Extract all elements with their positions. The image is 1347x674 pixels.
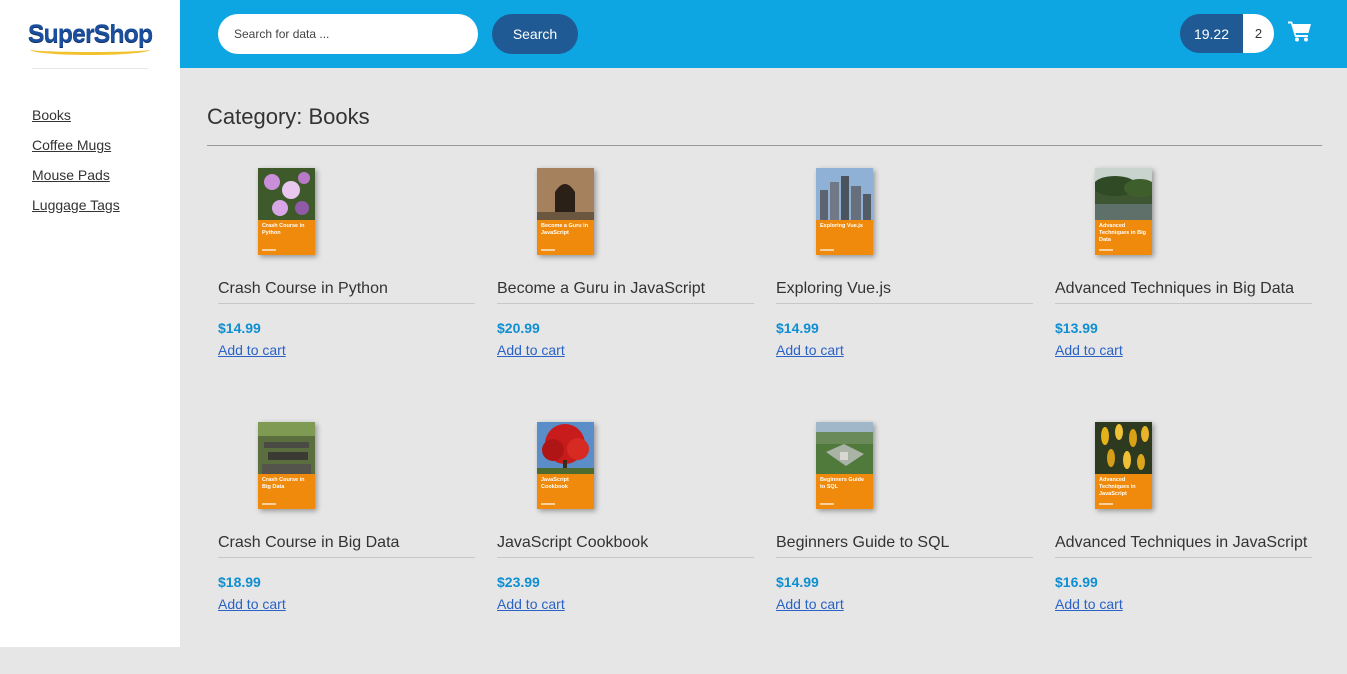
cover-title: Become a Guru in JavaScript [541, 223, 589, 236]
cover-photo-ruins [258, 422, 315, 474]
cover-title: Crash Course in Big Data [262, 477, 305, 490]
product-divider [497, 557, 754, 558]
product-grid: Crash Course in Python Crash Course in P… [218, 168, 1318, 674]
cover-title: Crash Course in Python [262, 223, 305, 236]
search-input[interactable] [218, 14, 478, 54]
product-title: JavaScript Cookbook [497, 534, 649, 551]
sidebar-item-mouse-pads: Mouse Pads [32, 167, 120, 185]
book-cover-image[interactable]: Beginners Guide to SQL [816, 422, 873, 509]
cover-photo-yellow-flowers [1095, 422, 1152, 474]
add-to-cart-link[interactable]: Add to cart [1055, 596, 1123, 612]
product-card: Crash Course in Big Data Crash Course in… [218, 422, 475, 674]
cover-photo-orchids [258, 168, 315, 220]
cover-photo-archway [537, 168, 594, 220]
product-price: $14.99 [218, 320, 261, 336]
product-price: $14.99 [776, 574, 819, 590]
product-title: Crash Course in Python [218, 280, 388, 297]
cover-author-line [262, 249, 276, 251]
product-price: $13.99 [1055, 320, 1098, 336]
product-divider [776, 557, 1033, 558]
product-divider [776, 303, 1033, 304]
product-price: $18.99 [218, 574, 261, 590]
cover-title: Advanced Techniques in Big Data [1099, 223, 1146, 243]
cover-author-line [820, 249, 834, 251]
shopping-cart-icon[interactable] [1288, 20, 1312, 42]
logo-area[interactable]: SuperShop [0, 0, 180, 68]
cart-summary[interactable]: 19.22 2 [1180, 14, 1274, 53]
book-cover-image[interactable]: Become a Guru in JavaScript [537, 168, 594, 255]
sidebar-item-luggage-tags: Luggage Tags [32, 197, 120, 215]
cover-photo-red-tree [537, 422, 594, 474]
cover-author-line [262, 503, 276, 505]
product-divider [1055, 557, 1312, 558]
cover-title: Beginners Guide to SQL [820, 477, 865, 490]
sidebar: Books Coffee Mugs Mouse Pads Luggage Tag… [0, 68, 180, 647]
product-price: $14.99 [776, 320, 819, 336]
header-bar: Search 19.22 2 [180, 0, 1347, 68]
cart-total: 19.22 [1180, 14, 1243, 53]
sidebar-item-coffee-mugs: Coffee Mugs [32, 137, 120, 155]
product-card: Beginners Guide to SQL Beginners Guide t… [776, 422, 1033, 674]
search-button[interactable]: Search [492, 14, 578, 54]
product-price: $20.99 [497, 320, 540, 336]
book-cover-image[interactable]: Crash Course in Big Data [258, 422, 315, 509]
product-title: Become a Guru in JavaScript [497, 280, 706, 297]
product-card: Become a Guru in JavaScript Become a Gur… [497, 168, 754, 420]
cover-title: Exploring Vue.js [820, 223, 863, 229]
product-price: $23.99 [497, 574, 540, 590]
product-divider [497, 303, 754, 304]
cover-author-line [1099, 249, 1113, 251]
book-cover-image[interactable]: Advanced Techniques in Big Data [1095, 168, 1152, 255]
cover-author-line [1099, 503, 1113, 505]
sidebar-link-books[interactable]: Books [32, 107, 71, 123]
book-cover-image[interactable]: Exploring Vue.js [816, 168, 873, 255]
book-cover-image[interactable]: JavaScript Cookbook [537, 422, 594, 509]
product-divider [218, 557, 475, 558]
cover-title: Advanced Techniques in JavaScript [1099, 477, 1136, 497]
add-to-cart-link[interactable]: Add to cart [218, 342, 286, 358]
add-to-cart-link[interactable]: Add to cart [218, 596, 286, 612]
cart-count-badge: 2 [1243, 14, 1274, 53]
product-divider [218, 303, 475, 304]
sidebar-link-luggage-tags[interactable]: Luggage Tags [32, 197, 120, 213]
book-cover-image[interactable]: Crash Course in Python [258, 168, 315, 255]
add-to-cart-link[interactable]: Add to cart [497, 596, 565, 612]
sidebar-divider [32, 68, 148, 69]
cover-title: JavaScript Cookbook [541, 477, 569, 490]
product-divider [1055, 303, 1312, 304]
product-card: Advanced Techniques in JavaScript Advanc… [1055, 422, 1312, 674]
page-title: Category: Books [207, 104, 370, 129]
cover-photo-city [816, 168, 873, 220]
add-to-cart-link[interactable]: Add to cart [497, 342, 565, 358]
add-to-cart-link[interactable]: Add to cart [1055, 342, 1123, 358]
product-title: Advanced Techniques in JavaScript [1055, 534, 1308, 551]
logo-swoosh [29, 44, 151, 55]
sidebar-item-books: Books [32, 107, 120, 125]
cover-photo-river [1095, 168, 1152, 220]
product-card: Advanced Techniques in Big Data Advanced… [1055, 168, 1312, 420]
add-to-cart-link[interactable]: Add to cart [776, 342, 844, 358]
product-card: Exploring Vue.js Exploring Vue.js $14.99… [776, 168, 1033, 420]
cover-author-line [541, 249, 555, 251]
category-list: Books Coffee Mugs Mouse Pads Luggage Tag… [32, 107, 120, 227]
product-price: $16.99 [1055, 574, 1098, 590]
product-title: Exploring Vue.js [776, 280, 892, 297]
book-cover-image[interactable]: Advanced Techniques in JavaScript [1095, 422, 1152, 509]
sidebar-link-mouse-pads[interactable]: Mouse Pads [32, 167, 110, 183]
title-divider [207, 145, 1322, 146]
sidebar-link-coffee-mugs[interactable]: Coffee Mugs [32, 137, 111, 153]
product-title: Crash Course in Big Data [218, 534, 400, 551]
cover-author-line [541, 503, 555, 505]
product-title: Advanced Techniques in Big Data [1055, 280, 1294, 297]
add-to-cart-link[interactable]: Add to cart [776, 596, 844, 612]
cover-photo-aerial-park [816, 422, 873, 474]
product-title: Beginners Guide to SQL [776, 534, 950, 551]
cover-author-line [820, 503, 834, 505]
product-card: Crash Course in Python Crash Course in P… [218, 168, 475, 420]
product-card: JavaScript Cookbook JavaScript Cookbook … [497, 422, 754, 674]
logo[interactable]: SuperShop [28, 20, 153, 55]
